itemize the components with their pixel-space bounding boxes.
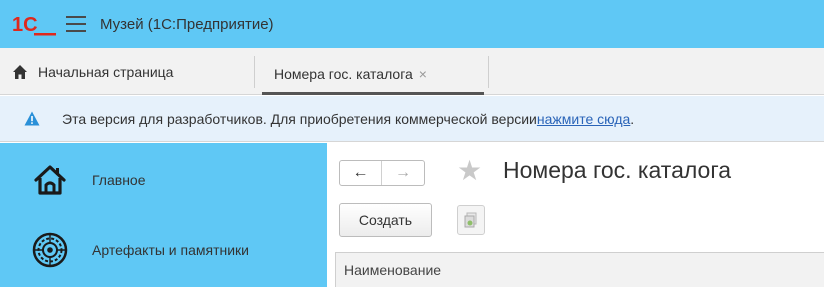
tab-bar: Начальная страница Номера гос. каталога … (0, 48, 824, 95)
navigation-buttons: ← → (339, 160, 425, 186)
buy-commercial-link[interactable]: нажмите сюда (537, 111, 630, 127)
tab-divider (488, 56, 489, 88)
banner-text: Эта версия для разработчиков. Для приобр… (62, 110, 537, 127)
sidebar-item-label: Артефакты и памятники (92, 242, 250, 258)
home-icon (30, 160, 70, 200)
warning-icon (24, 111, 40, 126)
column-header-name[interactable]: Наименование (344, 262, 441, 278)
sidebar-item-label: Главное (92, 172, 146, 188)
back-button[interactable]: ← (340, 161, 382, 185)
tab-home[interactable]: Начальная страница (12, 48, 173, 95)
window-title: Музей (1С:Предприятие) (100, 15, 274, 33)
forward-button[interactable]: → (382, 161, 424, 185)
create-button[interactable]: Создать (339, 203, 432, 237)
sidebar-item-main[interactable]: Главное (0, 145, 327, 215)
favorite-star-icon[interactable]: ★ (457, 157, 482, 185)
title-bar: 1С Музей (1С:Предприятие) (0, 0, 824, 48)
tab-home-label: Начальная страница (38, 63, 174, 80)
developer-version-banner: Эта версия для разработчиков. Для приобр… (0, 96, 824, 142)
copy-button[interactable] (457, 205, 485, 235)
copy-icon (464, 212, 477, 228)
sidebar-item-artifacts[interactable]: Артефакты и памятники (0, 215, 327, 285)
close-tab-icon[interactable]: × (419, 66, 427, 82)
page-title: Номера гос. каталога (503, 157, 732, 183)
svg-text:1С: 1С (12, 14, 38, 36)
table-header: Наименование (335, 252, 824, 287)
tab-divider (254, 56, 255, 88)
tab-catalog-numbers-label: Номера гос. каталога (274, 66, 413, 82)
tab-catalog-numbers[interactable]: Номера гос. каталога × (262, 56, 484, 95)
home-icon (13, 64, 27, 79)
hamburger-menu-icon[interactable] (66, 16, 86, 32)
1c-logo: 1С (12, 12, 58, 36)
artifacts-icon (30, 230, 70, 270)
sections-panel: Главное Артефакты и памятники (0, 143, 327, 287)
form-area: ← → ★ Номера гос. каталога Создать Наиме… (327, 143, 824, 287)
banner-trailing: . (630, 110, 635, 127)
